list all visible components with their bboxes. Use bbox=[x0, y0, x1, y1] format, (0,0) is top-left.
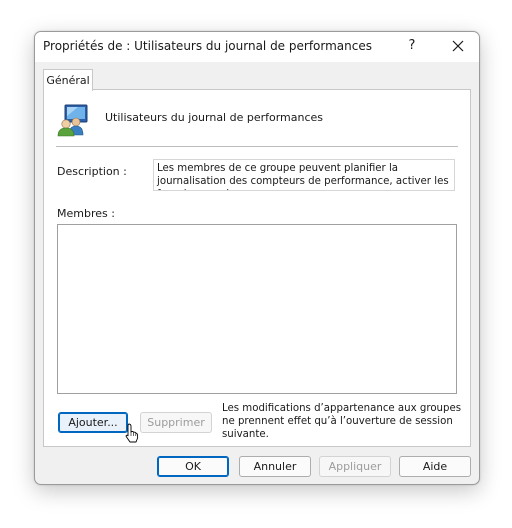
cancel-button[interactable]: Annuler bbox=[239, 456, 311, 477]
apply-button[interactable]: Appliquer bbox=[319, 456, 391, 477]
window-title: Propriétés de : Utilisateurs du journal … bbox=[43, 39, 372, 53]
add-button[interactable]: Ajouter... bbox=[58, 412, 128, 433]
close-button[interactable] bbox=[443, 35, 473, 57]
title-bar: Propriétés de : Utilisateurs du journal … bbox=[35, 32, 479, 62]
description-field[interactable]: Les membres de ce groupe peuvent planifi… bbox=[153, 159, 455, 191]
mouse-pointer-icon bbox=[125, 423, 139, 443]
users-group-icon bbox=[56, 103, 90, 137]
help-button[interactable]: ? bbox=[403, 36, 421, 56]
close-icon bbox=[452, 40, 464, 52]
tab-general[interactable]: Général bbox=[43, 69, 93, 91]
ok-button[interactable]: OK bbox=[157, 456, 229, 477]
members-label: Membres : bbox=[57, 207, 115, 220]
remove-button[interactable]: Supprimer bbox=[140, 412, 212, 433]
properties-dialog: Propriétés de : Utilisateurs du journal … bbox=[34, 31, 480, 485]
separator bbox=[56, 146, 458, 147]
general-tab-panel: Utilisateurs du journal de performances … bbox=[43, 89, 471, 447]
help-footer-button[interactable]: Aide bbox=[399, 456, 471, 477]
description-label: Description : bbox=[57, 165, 127, 178]
members-list[interactable] bbox=[57, 224, 457, 394]
membership-note: Les modifications d’appartenance aux gro… bbox=[222, 403, 462, 440]
group-name: Utilisateurs du journal de performances bbox=[105, 111, 324, 124]
